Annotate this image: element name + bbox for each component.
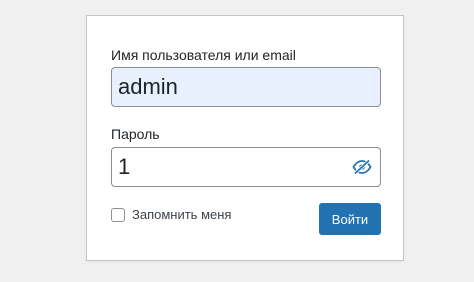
username-value: admin: [118, 74, 178, 99]
remember-label: Запомнить меня: [132, 207, 232, 222]
remember-checkbox[interactable]: [111, 207, 125, 222]
username-label: Имя пользователя или email: [111, 47, 296, 63]
password-input[interactable]: 1: [111, 147, 381, 187]
login-form: Имя пользователя или email admin Пароль …: [86, 15, 404, 261]
username-input[interactable]: admin: [111, 67, 381, 107]
password-value: 1: [118, 154, 131, 179]
remember-me[interactable]: Запомнить меня: [111, 207, 231, 222]
password-label: Пароль: [111, 126, 160, 142]
login-button[interactable]: Войти: [319, 203, 381, 235]
show-password-button[interactable]: [350, 156, 374, 178]
eye-slash-icon: [352, 159, 372, 175]
